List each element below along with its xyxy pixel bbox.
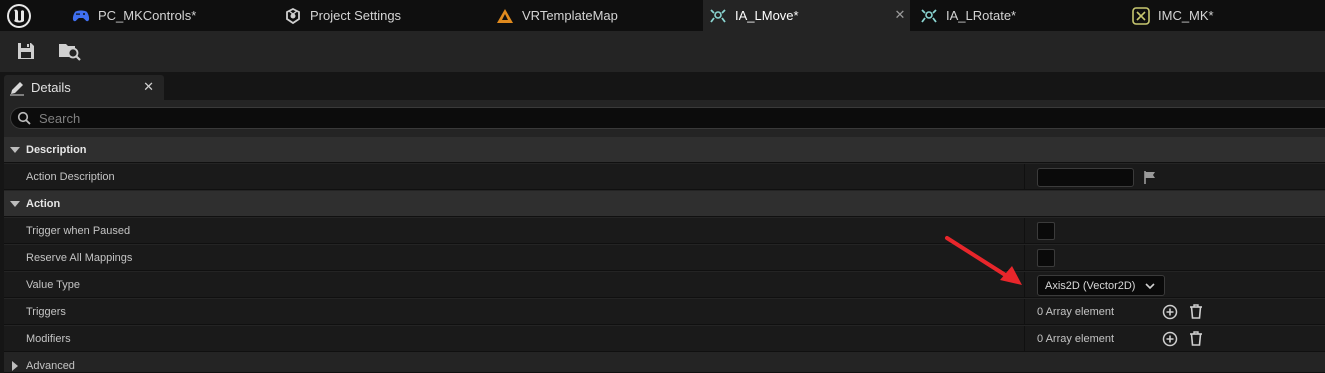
search-input[interactable] bbox=[39, 110, 1239, 126]
expand-caret-icon[interactable] bbox=[10, 201, 20, 207]
details-panel-title: Details bbox=[31, 80, 71, 95]
trigger-when-paused-checkbox[interactable] bbox=[1037, 222, 1055, 240]
close-panel-icon[interactable]: ✕ bbox=[143, 80, 154, 94]
level-map-icon bbox=[496, 7, 514, 25]
column-splitter[interactable] bbox=[1024, 326, 1025, 352]
search-icon bbox=[17, 111, 31, 125]
asset-toolbar bbox=[0, 31, 1325, 72]
property-label: Triggers bbox=[26, 306, 66, 318]
tab-label: PC_MKControls* bbox=[98, 8, 197, 23]
settings-icon bbox=[284, 7, 302, 25]
property-label: Value Type bbox=[26, 279, 81, 291]
category-description[interactable]: Description bbox=[4, 137, 1325, 163]
tab-project-settings[interactable]: Project Settings bbox=[284, 0, 494, 31]
property-row-triggers: Triggers 0 Array element bbox=[4, 299, 1325, 325]
array-count: 0 Array element bbox=[1037, 306, 1115, 318]
property-row-action-description: Action Description bbox=[4, 164, 1325, 190]
add-element-icon[interactable] bbox=[1162, 304, 1178, 320]
property-row-reserve-all-mappings: Reserve All Mappings bbox=[4, 245, 1325, 271]
reserve-all-mappings-checkbox[interactable] bbox=[1037, 249, 1055, 267]
editor-tab-bar: PC_MKControls* Project Settings VRTempla… bbox=[0, 0, 1325, 31]
tab-imc-mk[interactable]: IMC_MK* bbox=[1130, 0, 1325, 31]
chevron-down-icon bbox=[1145, 283, 1155, 290]
tab-vrtemplatemap[interactable]: VRTemplateMap bbox=[496, 0, 701, 31]
search-bar[interactable] bbox=[10, 107, 1325, 129]
column-splitter[interactable] bbox=[1024, 299, 1025, 325]
add-element-icon[interactable] bbox=[1162, 331, 1178, 347]
delete-all-icon[interactable] bbox=[1188, 330, 1204, 347]
category-label: Advanced bbox=[26, 360, 75, 372]
category-label: Action bbox=[26, 198, 61, 210]
value-type-dropdown[interactable]: Axis2D (Vector2D) bbox=[1037, 275, 1165, 296]
details-panel-tab[interactable]: Details ✕ bbox=[4, 75, 164, 100]
tab-label: Project Settings bbox=[310, 8, 402, 23]
tab-ia-lrotate[interactable]: IA_LRotate* bbox=[918, 0, 1123, 31]
tab-pc-mkcontrols[interactable]: PC_MKControls* bbox=[72, 0, 282, 31]
tab-label: IMC_MK* bbox=[1158, 8, 1214, 23]
input-action-icon bbox=[709, 7, 727, 25]
category-advanced[interactable]: Advanced bbox=[4, 353, 1325, 373]
save-button[interactable] bbox=[14, 40, 38, 62]
save-icon bbox=[18, 43, 34, 59]
localization-flag-icon[interactable] bbox=[1143, 170, 1157, 184]
category-label: Description bbox=[26, 144, 87, 156]
delete-all-icon[interactable] bbox=[1188, 303, 1204, 320]
array-count: 0 Array element bbox=[1037, 333, 1115, 345]
close-tab-icon[interactable]: ✕ bbox=[893, 8, 907, 22]
pencil-icon bbox=[10, 81, 24, 95]
property-row-value-type: Value Type Axis2D (Vector2D) bbox=[4, 272, 1325, 298]
column-splitter[interactable] bbox=[1024, 164, 1025, 190]
gamepad-icon bbox=[72, 7, 90, 25]
property-row-modifiers: Modifiers 0 Array element bbox=[4, 326, 1325, 352]
dropdown-value: Axis2D (Vector2D) bbox=[1045, 279, 1136, 292]
expand-caret-icon[interactable] bbox=[10, 147, 20, 153]
collapsed-caret-icon[interactable] bbox=[12, 361, 18, 371]
input-action-icon bbox=[920, 7, 938, 25]
panel-tab-strip bbox=[0, 72, 1325, 100]
browse-to-asset-button[interactable] bbox=[58, 40, 82, 62]
property-label: Action Description bbox=[26, 171, 115, 183]
unreal-engine-logo-icon[interactable] bbox=[4, 1, 34, 31]
tab-label: IA_LRotate* bbox=[946, 8, 1017, 23]
tab-label: IA_LMove* bbox=[735, 8, 799, 23]
property-label: Trigger when Paused bbox=[26, 225, 131, 237]
browse-to-asset-icon bbox=[59, 44, 81, 61]
annotation-arrow-icon bbox=[945, 236, 1022, 285]
tab-label: VRTemplateMap bbox=[522, 8, 618, 23]
property-row-trigger-when-paused: Trigger when Paused bbox=[4, 218, 1325, 244]
input-mapping-context-icon bbox=[1132, 6, 1150, 25]
property-label: Reserve All Mappings bbox=[26, 252, 133, 264]
tab-ia-lmove[interactable]: IA_LMove* ✕ bbox=[703, 0, 910, 31]
action-description-input[interactable] bbox=[1037, 168, 1134, 187]
property-label: Modifiers bbox=[26, 333, 71, 345]
category-action[interactable]: Action bbox=[4, 191, 1325, 217]
